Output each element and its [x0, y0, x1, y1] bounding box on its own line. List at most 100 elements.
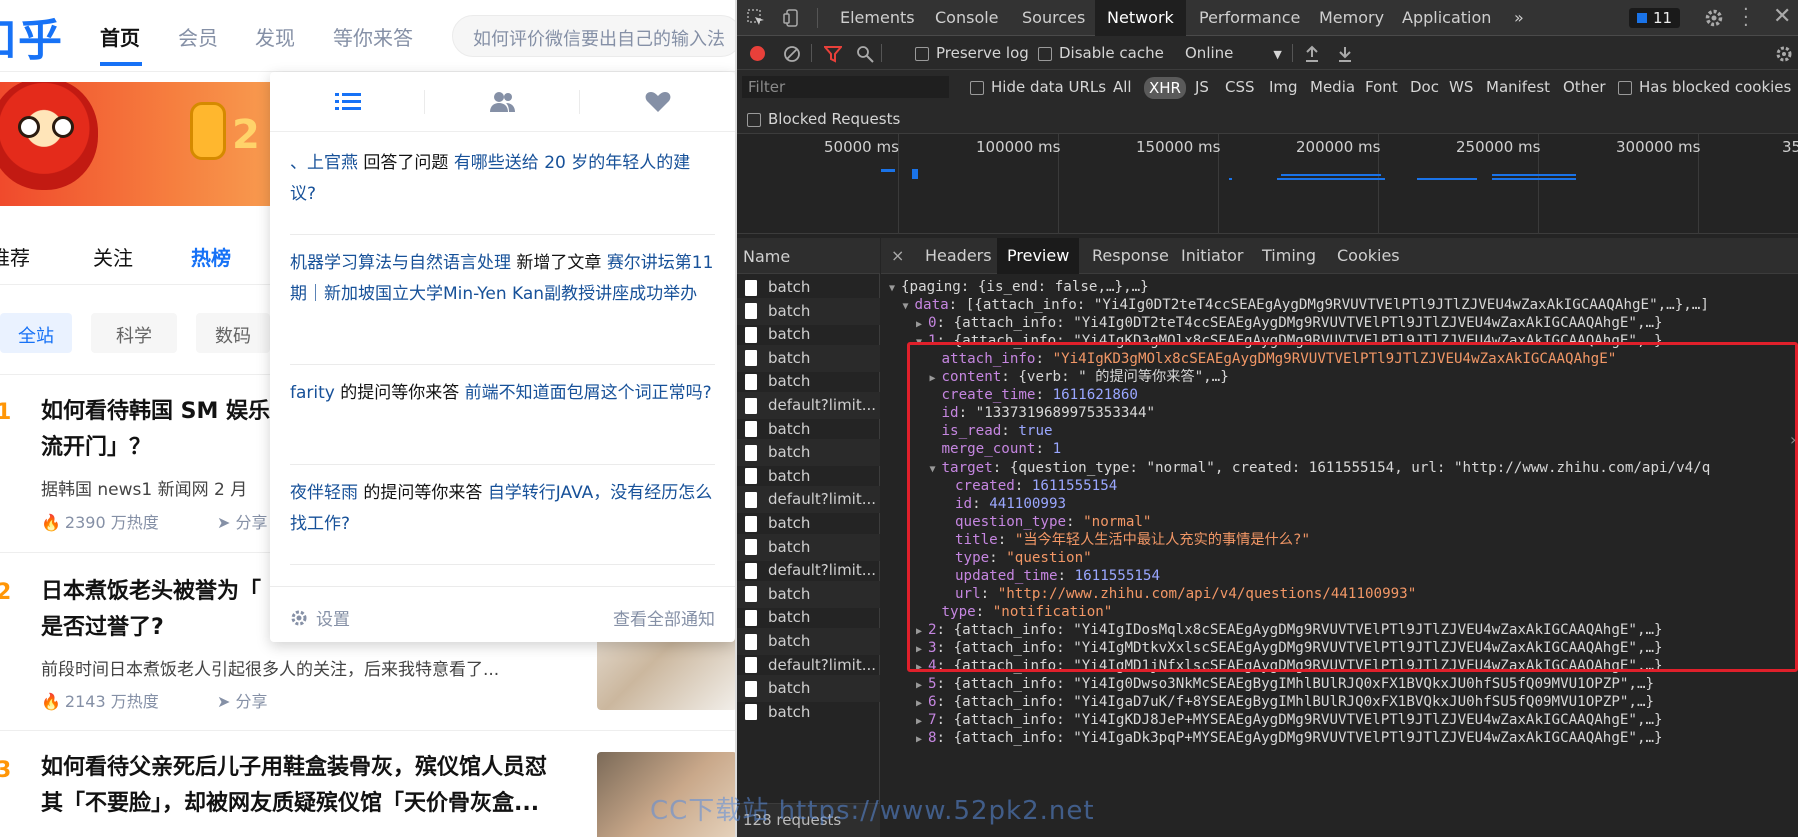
clear-icon[interactable]	[783, 45, 801, 63]
tab-response[interactable]: Response	[1092, 238, 1169, 274]
type-filter-css[interactable]: CSS	[1225, 78, 1255, 96]
settings-button[interactable]: 设置	[290, 605, 350, 630]
search-input[interactable]: 如何评价微信要出自己的输入法	[452, 15, 735, 57]
type-filter-img[interactable]: Img	[1269, 78, 1298, 96]
type-filter-all[interactable]: All	[1113, 78, 1132, 96]
view-all-notifications-link[interactable]: 查看全部通知	[613, 605, 715, 630]
disable-cache-checkbox[interactable]: Disable cache	[1038, 44, 1164, 62]
notification-user[interactable]: 机器学习算法与自然语言处理	[290, 253, 511, 273]
chip-digital[interactable]: 数码	[196, 313, 270, 353]
request-name: batch	[768, 443, 811, 462]
import-har-icon[interactable]	[1304, 45, 1320, 63]
nav-discover[interactable]: 发现	[255, 22, 295, 51]
chip-all[interactable]: 全站	[0, 313, 72, 353]
nav-home[interactable]: 首页	[100, 22, 140, 51]
request-name: default?limit...	[768, 490, 877, 509]
tab-preview[interactable]: Preview	[997, 238, 1080, 274]
file-icon	[745, 421, 757, 438]
expand-toggle-icon[interactable]: ▼	[889, 279, 901, 300]
request-name: default?limit...	[768, 561, 877, 580]
filter-icon[interactable]	[824, 45, 842, 63]
notification-action: 回答了问题	[358, 153, 454, 173]
type-filter-other[interactable]: Other	[1563, 78, 1606, 96]
notification-user[interactable]: farity	[290, 383, 335, 403]
notification-item[interactable]: 机器学习算法与自然语言处理 新增了文章 赛尔讲坛第11期｜新加坡国立大学Min-…	[290, 248, 715, 310]
tab-followers[interactable]	[425, 72, 580, 132]
hot-rank: 2	[0, 580, 12, 605]
device-toolbar-icon[interactable]	[783, 9, 801, 27]
devtools-tab-bar: Elements Console Sources Network Perform…	[737, 0, 1798, 36]
tab-likes[interactable]	[580, 72, 735, 132]
search-icon[interactable]	[856, 45, 874, 63]
blocked-requests-bar: Blocked Requests	[737, 104, 1798, 134]
notification-user[interactable]: 、上官燕	[290, 153, 358, 173]
notification-item[interactable]: farity 的提问等你来答 前端不知道面包屑这个词正常吗?	[290, 378, 715, 409]
new-year-banner[interactable]: 2	[0, 82, 290, 206]
share-button[interactable]: ➤ 分享	[217, 509, 268, 533]
type-filter-font[interactable]: Font	[1365, 78, 1398, 96]
nav-waiting-answers[interactable]: 等你来答	[333, 22, 413, 51]
tab-network[interactable]: Network	[1095, 0, 1186, 36]
tab-performance[interactable]: Performance	[1199, 0, 1300, 36]
type-filter-ws[interactable]: WS	[1449, 78, 1473, 96]
timeline-activity	[1229, 178, 1232, 180]
file-icon	[745, 657, 757, 674]
expand-toggle-icon[interactable]: ▼	[903, 297, 915, 318]
type-filter-xhr[interactable]: XHR	[1144, 77, 1186, 99]
request-name: batch	[768, 278, 811, 296]
throttling-select[interactable]: Online ▼	[1185, 44, 1282, 62]
tab-cookies[interactable]: Cookies	[1337, 238, 1400, 274]
export-har-icon[interactable]	[1337, 45, 1353, 63]
tab-console[interactable]: Console	[935, 0, 999, 36]
blocked-requests-checkbox[interactable]: Blocked Requests	[747, 110, 900, 128]
notification-item[interactable]: 、上官燕 回答了问题 有哪些送给 20 岁的年轻人的建议?	[290, 148, 715, 210]
tab-headers[interactable]: Headers	[925, 238, 992, 274]
filter-input[interactable]: Filter	[742, 76, 949, 98]
kebab-menu-icon[interactable]: · · ·	[1743, 1, 1749, 35]
notification-link[interactable]: 前端不知道面包屑这个词正常吗?	[465, 383, 712, 403]
json-line[interactable]: ▶ 8: {attach_info: "Yi4IgaDk3pqP+MYSEAEgA…	[916, 728, 1663, 749]
preserve-log-checkbox[interactable]: Preserve log	[915, 44, 1029, 62]
record-icon[interactable]	[750, 46, 765, 61]
type-filter-media[interactable]: Media	[1310, 78, 1355, 96]
tab-timing[interactable]: Timing	[1262, 238, 1316, 274]
tab-memory[interactable]: Memory	[1319, 0, 1384, 36]
zhihu-logo[interactable]: 知乎	[0, 4, 64, 68]
has-blocked-cookies-checkbox[interactable]: Has blocked cookies	[1618, 78, 1791, 96]
tab-application[interactable]: Application	[1402, 0, 1491, 36]
request-row[interactable]: batch	[737, 699, 880, 726]
request-name: batch	[768, 466, 811, 485]
hot-title[interactable]: 如何看待父亲死后儿子用鞋盒装骨灰，殡仪馆人员怼 其「不要脸」，却被网友质疑殡仪馆…	[41, 750, 581, 822]
inspect-element-icon[interactable]	[747, 9, 765, 27]
tab-initiator[interactable]: Initiator	[1181, 238, 1243, 274]
type-filter-manifest[interactable]: Manifest	[1486, 78, 1550, 96]
type-filter-js[interactable]: JS	[1195, 78, 1209, 96]
tab-notifications[interactable]	[270, 72, 425, 132]
hide-data-urls-label: Hide data URLs	[991, 78, 1107, 96]
type-filter-doc[interactable]: Doc	[1410, 78, 1439, 96]
notification-item[interactable]: 夜伴轻雨 的提问等你来答 自学转行JAVA，没有经历怎么找工作?	[290, 478, 715, 540]
hide-data-urls-checkbox[interactable]: Hide data URLs	[970, 78, 1106, 96]
coin-image	[190, 102, 226, 160]
name-column-header[interactable]: Name	[737, 238, 880, 274]
nav-vip[interactable]: 会员	[178, 22, 218, 51]
tab-elements[interactable]: Elements	[840, 0, 915, 36]
close-detail-button[interactable]: ×	[891, 238, 904, 274]
scroll-right-arrow-icon[interactable]: ›	[1790, 430, 1796, 449]
issues-badge[interactable]: 11	[1629, 8, 1681, 28]
tab-sources[interactable]: Sources	[1022, 0, 1085, 36]
gear-icon[interactable]	[1704, 8, 1724, 28]
share-button[interactable]: ➤ 分享	[217, 688, 268, 712]
expand-toggle-icon[interactable]: ▶	[916, 730, 928, 751]
feed-tab-hot[interactable]: 热榜	[191, 242, 231, 271]
feed-tab-recommend[interactable]: 推荐	[0, 242, 30, 271]
more-tabs-button[interactable]: »	[1514, 0, 1524, 36]
timeline-tick: 350	[1782, 138, 1798, 156]
network-settings-gear-icon[interactable]	[1775, 45, 1793, 63]
feed-tab-follow[interactable]: 关注	[93, 242, 133, 271]
request-name: batch	[768, 608, 811, 627]
notification-user[interactable]: 夜伴轻雨	[290, 483, 358, 503]
network-overview-timeline[interactable]: 50000 ms 100000 ms 150000 ms 200000 ms 2…	[737, 134, 1798, 234]
close-icon[interactable]: ✕	[1773, 4, 1791, 29]
chip-science[interactable]: 科学	[91, 313, 177, 353]
